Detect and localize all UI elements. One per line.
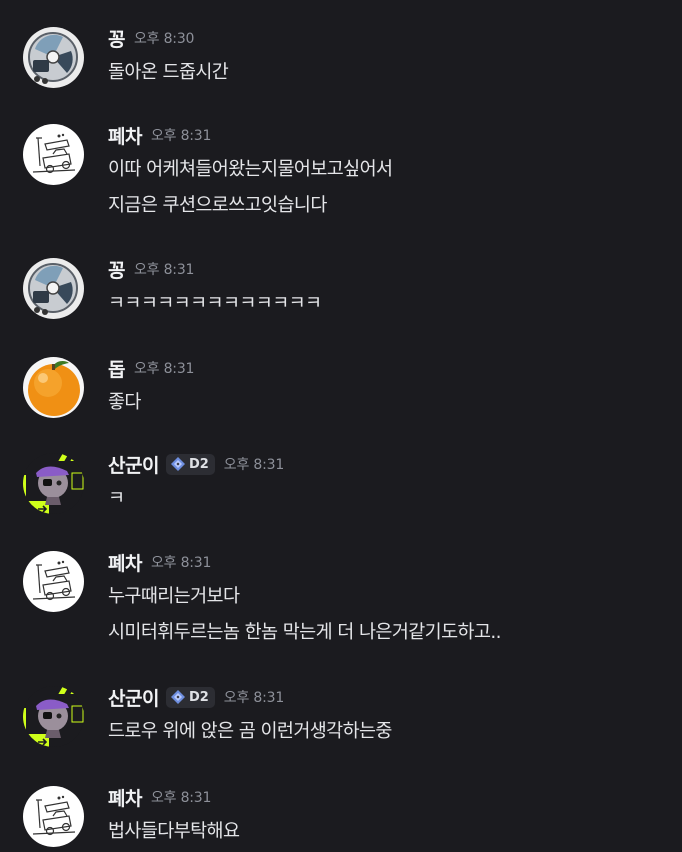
scrapped-car-sketch-icon[interactable] [23, 124, 84, 185]
username[interactable]: 돕 [108, 355, 125, 382]
message-text: 시미터휘두르는놈 한놈 막는게 더 나은거같기도하고.. [108, 622, 502, 643]
message-text: 드로우 위에 앉은 곰 이런거생각하는중 [108, 721, 392, 742]
scrapped-car-sketch-icon[interactable] [23, 551, 84, 612]
message-header: 폐차 오후 8:31 [108, 549, 211, 575]
username[interactable]: 폐차 [108, 549, 142, 576]
username[interactable]: 꽁 [108, 256, 125, 283]
message-header: 꽁 오후 8:31 [108, 256, 194, 282]
diamond-icon [170, 456, 186, 472]
timestamp[interactable]: 오후 8:31 [224, 454, 284, 474]
username[interactable]: 폐차 [108, 784, 142, 811]
message-text: ㅋ [108, 488, 125, 509]
message-text: 누구때리는거보다 [108, 586, 240, 607]
message-text: 지금은 쿠션으로쓰고잇습니다 [108, 195, 327, 216]
timestamp[interactable]: 오후 8:31 [151, 552, 211, 572]
server-tag-badge[interactable]: D2 [165, 453, 215, 475]
scrapped-car-sketch-icon[interactable] [23, 786, 84, 847]
username[interactable]: 폐차 [108, 122, 142, 149]
timestamp[interactable]: 오후 8:31 [151, 125, 211, 145]
timestamp[interactable]: 오후 8:31 [151, 787, 211, 807]
username[interactable]: 산군이 [108, 684, 159, 711]
username[interactable]: 산군이 [108, 451, 159, 478]
message-header: 꽁 오후 8:30 [108, 25, 194, 51]
timestamp[interactable]: 오후 8:30 [134, 28, 194, 48]
message-header: 산군이 D2 오후 8:31 [108, 451, 284, 477]
pirate-cat-avatar-icon[interactable] [23, 686, 84, 747]
message-header: 폐차 오후 8:31 [108, 784, 211, 810]
message-header: 산군이 D2 오후 8:31 [108, 684, 284, 710]
timestamp[interactable]: 오후 8:31 [134, 259, 194, 279]
badge-label: D2 [188, 689, 209, 705]
orange-avatar-icon[interactable] [23, 357, 84, 418]
diamond-icon [170, 689, 186, 705]
message-text: ㅋㅋㅋㅋㅋㅋㅋㅋㅋㅋㅋㅋㅋ [108, 293, 322, 314]
pirate-cat-avatar-icon[interactable] [23, 453, 84, 514]
cd-avatar-icon[interactable] [23, 258, 84, 319]
timestamp[interactable]: 오후 8:31 [134, 358, 194, 378]
server-tag-badge[interactable]: D2 [165, 686, 215, 708]
timestamp[interactable]: 오후 8:31 [224, 687, 284, 707]
message-header: 돕 오후 8:31 [108, 355, 194, 381]
message-text: 좋다 [108, 392, 141, 413]
message-header: 폐차 오후 8:31 [108, 122, 211, 148]
cd-avatar-icon[interactable] [23, 27, 84, 88]
username[interactable]: 꽁 [108, 25, 125, 52]
badge-label: D2 [188, 456, 209, 472]
message-text: 이따 어케쳐들어왔는지물어보고싶어서 [108, 159, 393, 180]
chat-log: 꽁 오후 8:30 돌아온 드줍시간 폐차 오후 8:31 이따 어케쳐들어왔는지물어보… [0, 0, 682, 852]
message-text: 법사들다부탁해요 [108, 821, 240, 842]
message-text: 돌아온 드줍시간 [108, 62, 229, 83]
